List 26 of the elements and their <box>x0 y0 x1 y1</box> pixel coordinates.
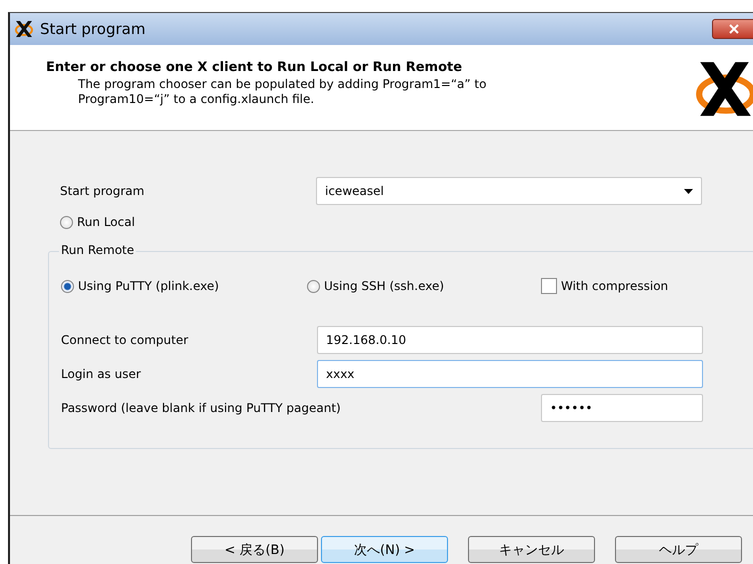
window-title: Start program <box>40 20 146 38</box>
close-icon <box>729 24 739 34</box>
compression-checkbox[interactable]: With compression <box>541 278 668 294</box>
field-label: Connect to computer <box>61 333 190 347</box>
input-field[interactable]: xxxx <box>317 360 703 388</box>
run-local-radio[interactable]: Run Local <box>60 215 753 229</box>
field-label: Login as user <box>61 367 142 381</box>
field-label: Password (leave blank if using PuTTY pageant) <box>61 401 341 415</box>
program-dropdown[interactable]: iceweasel <box>316 177 702 205</box>
x-logo-icon <box>14 19 34 39</box>
group-label: Run Remote <box>59 243 136 257</box>
dialog-button[interactable]: キャンセル <box>468 536 595 563</box>
input-field[interactable]: •••••• <box>541 394 703 422</box>
header-description: The program chooser can be populated by adding Program1=“a” to Program10=“j” to a config.xlaunch file. <box>77 77 488 107</box>
field-label: Start program <box>60 184 146 198</box>
dialog-button[interactable]: ヘルプ <box>615 536 742 563</box>
x-logo-icon <box>694 60 753 118</box>
dropdown-caret-icon <box>684 188 693 194</box>
input-field[interactable]: 192.168.0.10 <box>317 326 703 354</box>
dialog-button[interactable]: 次へ(N) > <box>321 536 448 563</box>
dialog-button[interactable]: < 戻る(B) <box>191 536 318 563</box>
method-radio[interactable]: Using PuTTY (plink.exe) <box>61 279 307 293</box>
dropdown-value: iceweasel <box>325 184 384 198</box>
close-button[interactable] <box>712 19 753 39</box>
method-radio[interactable]: Using SSH (ssh.exe) <box>307 279 541 293</box>
header-heading: Enter or choose one X client to Run Local or Run Remote <box>46 60 464 75</box>
